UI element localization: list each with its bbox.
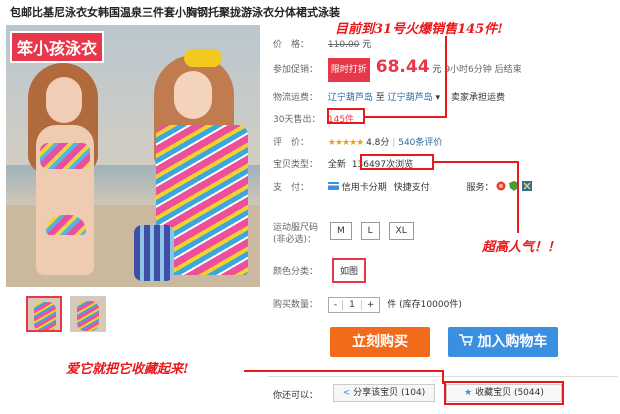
sales-annotation-line-h <box>364 116 446 118</box>
size-sublabel: (非必选)： <box>273 235 317 245</box>
main-product-image[interactable]: 笨小孩泳衣 <box>6 25 260 287</box>
type-label: 宝贝类型： <box>273 160 319 170</box>
thumbnail-2[interactable] <box>70 296 106 332</box>
beach-towel <box>134 225 174 281</box>
add-to-cart-button[interactable]: 加入购物车 <box>448 327 558 357</box>
quantity-plus[interactable]: + <box>362 300 380 310</box>
promo-countdown: 9小时6分钟 后结束 <box>444 65 522 75</box>
sales-highlight-box <box>327 108 365 124</box>
sales-label: 30天售出： <box>273 115 321 125</box>
color-label: 颜色分类： <box>273 267 319 277</box>
sales-annotation: 目前到31号火爆销售145件! <box>335 22 503 37</box>
price-row: 价 格： 110.00 元 <box>273 37 371 50</box>
type-value: 全新 <box>327 160 346 170</box>
size-option-m[interactable]: M <box>330 222 352 240</box>
thumbnail-1[interactable] <box>26 296 62 332</box>
star-rating-icon: ★★★★★ <box>327 138 364 148</box>
model-left-bikini-top <box>40 143 90 169</box>
payment-row: 支 付： 信用卡分期 快捷支付 服务： <box>273 180 533 194</box>
color-option-as-shown[interactable]: 如图 <box>332 258 367 283</box>
promo-price: 68.44 <box>375 57 430 77</box>
views-annotation-line-h <box>433 161 519 163</box>
size-label: 运动服尺码 (非必选)： <box>273 222 325 246</box>
chevron-down-icon[interactable]: ▾ <box>436 93 441 103</box>
service-label: 服务： <box>466 183 494 193</box>
rating-row: 评 价： ★★★★★ 4.8分 | 540条评价 <box>273 135 442 148</box>
shipping-label: 物流运费： <box>273 93 319 103</box>
quantity-input[interactable]: 1 <box>342 300 362 310</box>
views-annotation-line-v <box>517 161 519 233</box>
promo-unit: 元 <box>432 65 442 75</box>
quantity-minus[interactable]: - <box>329 300 342 310</box>
quantity-row: 购买数量： - 1 + 件 (库存10000件) <box>273 297 462 313</box>
share-row: 你还可以： <box>273 388 318 401</box>
color-row: 颜色分类： <box>273 264 325 277</box>
model-right-face <box>174 71 212 119</box>
quantity-unit: 件 <box>387 300 397 310</box>
ship-from[interactable]: 辽宁葫芦岛 <box>328 93 373 103</box>
size-options: M L XL <box>330 222 420 240</box>
product-title: 包邮比基尼泳衣女韩国温泉三件套小胸钢托聚拢游泳衣分体裙式泳装 <box>10 6 340 19</box>
size-option-xl[interactable]: XL <box>388 222 414 240</box>
sales-annotation-line-v <box>445 36 447 118</box>
credit-card-icon <box>327 182 339 193</box>
rating-sep: | <box>392 138 396 148</box>
service-box-icon <box>522 181 533 194</box>
favorite-highlight-box <box>444 381 564 405</box>
share-button-label: 分享该宝贝 (104) <box>353 388 426 398</box>
price-unit: 元 <box>362 40 372 50</box>
review-count[interactable]: 540条评价 <box>398 138 442 148</box>
color-options: 如图 <box>332 258 367 283</box>
shipping-note: 卖家承担运费 <box>450 93 505 103</box>
promo-badge: 限时打折 <box>327 58 370 82</box>
original-price: 110.00 <box>327 40 360 50</box>
promo-label: 参加促销： <box>273 65 319 75</box>
share-icon: < <box>342 388 351 398</box>
rating-label: 评 价： <box>273 138 310 148</box>
promo-row: 参加促销： 限时打折 68.44 元 9小时6分钟 后结束 <box>273 56 522 82</box>
model-left-bikini-bottom <box>46 215 86 235</box>
ship-sep: 至 <box>375 93 385 103</box>
favorite-annotation-line-v <box>442 370 444 384</box>
size-row: 运动服尺码 (非必选)： <box>273 222 325 246</box>
cart-icon <box>458 327 473 357</box>
views-highlight-box <box>360 154 434 170</box>
ship-to[interactable]: 辽宁葫芦岛 <box>388 93 433 103</box>
rating-score: 4.8分 <box>366 138 390 148</box>
add-to-cart-label: 加入购物车 <box>477 334 548 350</box>
quick-pay: 快捷支付 <box>393 183 430 193</box>
size-option-l[interactable]: L <box>360 222 380 240</box>
quantity-stepper[interactable]: - 1 + <box>327 297 381 313</box>
favorite-annotation: 爱它就把它收藏起来! <box>66 362 189 377</box>
brand-tag: 笨小孩泳衣 <box>10 31 105 63</box>
views-annotation: 超高人气！！ <box>482 240 561 255</box>
service-badge-icon <box>496 181 506 194</box>
model-right-hair-bow <box>184 49 222 67</box>
share-label: 你还可以： <box>273 391 319 401</box>
stock-count: (库存10000件) <box>399 300 462 310</box>
credit-installment: 信用卡分期 <box>341 183 387 193</box>
buy-now-button[interactable]: 立刻购买 <box>330 327 430 357</box>
size-label-text: 运动服尺码 <box>273 223 319 233</box>
favorite-annotation-line-h <box>244 370 444 372</box>
quantity-label: 购买数量： <box>273 300 319 310</box>
share-button[interactable]: < 分享该宝贝 (104) <box>333 384 435 402</box>
shipping-row: 物流运费： 辽宁葫芦岛 至 辽宁葫芦岛 ▾ 卖家承担运费 <box>273 90 505 103</box>
model-left-face <box>46 77 82 123</box>
payment-label: 支 付： <box>273 183 310 193</box>
price-label: 价 格： <box>273 40 310 50</box>
